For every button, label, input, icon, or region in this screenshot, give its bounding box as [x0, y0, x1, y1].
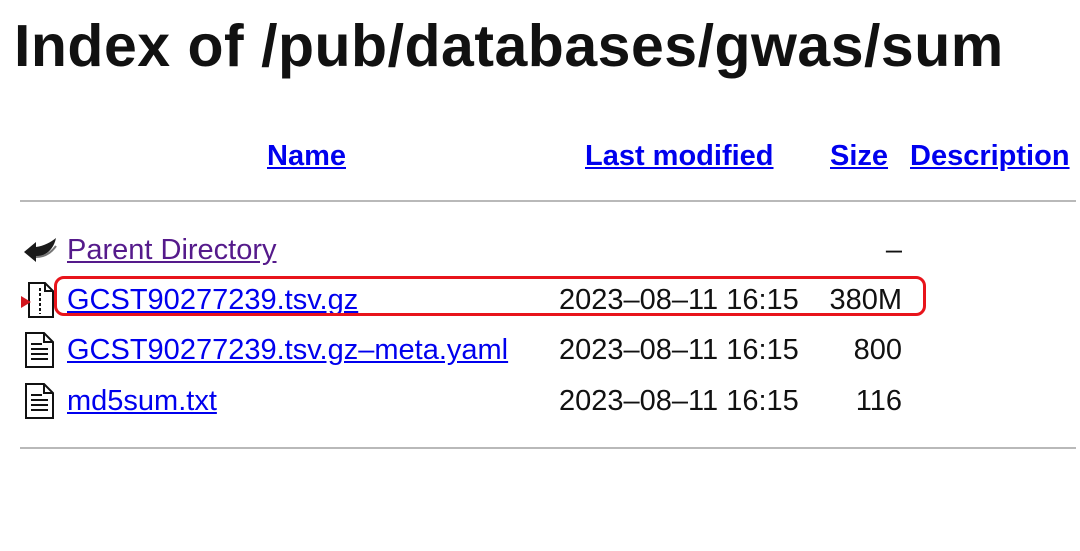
text-file-icon: [20, 330, 60, 370]
highlight-annotation-box: [54, 276, 926, 316]
top-divider: [20, 200, 1076, 202]
file-link-md5sum[interactable]: md5sum.txt: [67, 383, 217, 419]
table-row: GCST90277239.tsv.gz–meta.yaml 2023–08–11…: [0, 326, 1080, 376]
directory-listing-page: Index of /pub/databases/gwas/sum Name La…: [0, 0, 1080, 551]
table-row: md5sum.txt 2023–08–11 16:15 116: [0, 377, 1080, 427]
size-value: 116: [855, 385, 902, 417]
last-modified-value: 2023–08–11 16:15: [559, 385, 799, 417]
size-value: 800: [853, 334, 902, 366]
bottom-divider: [20, 447, 1076, 449]
column-header-description[interactable]: Description: [910, 138, 1070, 174]
column-header-name[interactable]: Name: [267, 138, 346, 174]
text-file-icon: [20, 381, 60, 421]
column-header-last-modified[interactable]: Last modified: [585, 138, 774, 174]
column-header-size[interactable]: Size: [830, 138, 888, 174]
back-arrow-icon: [20, 230, 60, 270]
table-row: Parent Directory –: [0, 226, 1080, 276]
page-title: Index of /pub/databases/gwas/sum: [14, 13, 1004, 79]
parent-directory-link[interactable]: Parent Directory: [67, 232, 277, 268]
file-link-meta-yaml[interactable]: GCST90277239.tsv.gz–meta.yaml: [67, 332, 508, 368]
last-modified-value: 2023–08–11 16:15: [559, 334, 799, 366]
size-value: –: [885, 234, 902, 266]
